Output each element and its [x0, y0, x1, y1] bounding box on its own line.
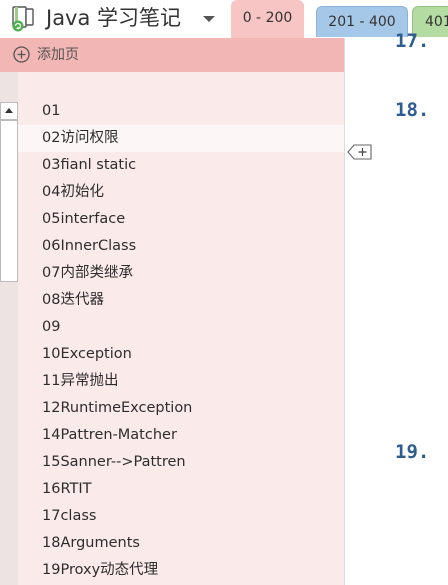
page-title: 18Arguments	[42, 535, 140, 551]
list-number: 19.	[395, 441, 430, 463]
notebook-header: Java 学习笔记 0 - 200 201 - 400 401	[0, 0, 448, 38]
page-item[interactable]: 01	[18, 98, 345, 125]
page-title: 10Exception	[42, 346, 132, 362]
page-item[interactable]: 06InnerClass	[18, 233, 345, 260]
page-item[interactable]: 11异常抛出	[18, 368, 345, 395]
page-title: 06InnerClass	[42, 238, 137, 254]
page-title: 19Proxy动态代理	[42, 562, 159, 578]
page-title: 11异常抛出	[42, 373, 119, 389]
note-canvas[interactable]: 17. 18. 19.	[345, 30, 448, 585]
triangle-up-icon	[5, 108, 13, 113]
add-page-button[interactable]: 添加页	[0, 38, 345, 72]
page-item[interactable]: 04初始化	[18, 179, 345, 206]
scroll-up-button[interactable]	[0, 102, 18, 120]
page-item[interactable]: 18Arguments	[18, 530, 345, 557]
section-tab-0-200[interactable]: 0 - 200	[231, 0, 304, 38]
page-title: 04初始化	[42, 184, 104, 200]
scrollbar-thumb[interactable]	[0, 120, 18, 282]
plus-circle-icon	[13, 46, 30, 63]
page-title: 16RTIT	[42, 481, 92, 497]
page-item[interactable]: 08迭代器	[18, 287, 345, 314]
page-title: 05interface	[42, 211, 126, 227]
expand-plus-icon[interactable]	[347, 141, 373, 163]
page-item[interactable]: 19Proxy动态代理	[18, 557, 345, 584]
section-tab-label: 401	[425, 14, 448, 30]
page-title: 02访问权限	[42, 130, 119, 146]
notebook-title[interactable]: Java 学习笔记	[46, 3, 181, 33]
page-item-selected[interactable]: 02访问权限	[18, 125, 345, 152]
page-list-pane: 添加页 01 02访问权限 03fianl static 04初始化 05int…	[0, 38, 345, 585]
page-title: 03fianl static	[42, 157, 137, 173]
page-title: 07内部类继承	[42, 265, 133, 281]
page-item[interactable]: 15Sanner-->Pattren	[18, 449, 345, 476]
page-item[interactable]: 07内部类继承	[18, 260, 345, 287]
onenote-window: Java 学习笔记 0 - 200 201 - 400 401 添加页	[0, 0, 448, 585]
chevron-down-icon[interactable]	[201, 13, 217, 25]
page-item[interactable]: 05interface	[18, 206, 345, 233]
page-item[interactable]: 14Pattren-Matcher	[18, 422, 345, 449]
list-number: 17.	[395, 30, 430, 52]
add-page-label: 添加页	[37, 47, 79, 63]
page-title: 01	[42, 103, 61, 119]
page-title: 17class	[42, 508, 97, 524]
page-item[interactable]: 09	[18, 314, 345, 341]
page-title: 08迭代器	[42, 292, 104, 308]
page-item[interactable]: 10Exception	[18, 341, 345, 368]
page-title: 15Sanner-->Pattren	[42, 454, 186, 470]
section-tab-label: 0 - 200	[242, 10, 293, 26]
page-item[interactable]: 03fianl static	[18, 152, 345, 179]
page-item[interactable]: 17class	[18, 503, 345, 530]
page-item[interactable]: 16RTIT	[18, 476, 345, 503]
page-title: 09	[42, 319, 61, 335]
section-tab-label: 201 - 400	[328, 14, 396, 30]
page-list: 01 02访问权限 03fianl static 04初始化 05interfa…	[18, 98, 345, 584]
page-title: 14Pattren-Matcher	[42, 427, 177, 443]
page-title: 12RuntimeException	[42, 400, 193, 416]
page-item[interactable]: 12RuntimeException	[18, 395, 345, 422]
list-number: 18.	[395, 99, 430, 121]
notebook-sync-icon[interactable]	[10, 5, 38, 33]
